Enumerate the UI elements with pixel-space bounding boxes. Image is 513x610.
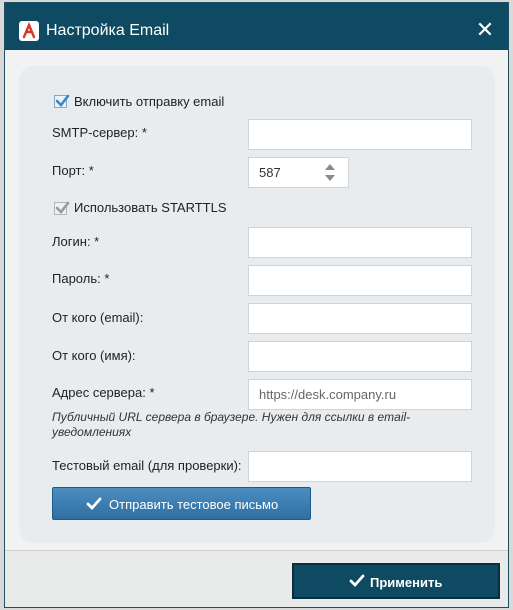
- dialog-title: Настройка Email: [46, 22, 170, 39]
- stepper-up-icon[interactable]: [325, 164, 335, 170]
- port-stepper[interactable]: [325, 157, 341, 187]
- send-test-email-label: Отправить тестовое письмо: [109, 497, 279, 512]
- enable-email-label: Включить отправку email: [74, 94, 225, 109]
- apply-button[interactable]: Применить: [292, 563, 500, 599]
- checkmark-icon: [55, 94, 70, 107]
- check-icon: [86, 497, 102, 511]
- close-icon[interactable]: ✕: [475, 19, 495, 41]
- server-address-hint: Публичный URL сервера в браузере. Нужен …: [52, 410, 411, 439]
- dialog-titlebar: Настройка Email ✕: [5, 3, 508, 50]
- enable-email-checkbox[interactable]: [54, 94, 70, 108]
- password-label: Пароль: *: [52, 271, 110, 286]
- from-name-input[interactable]: [248, 341, 472, 372]
- stepper-down-icon[interactable]: [325, 175, 335, 181]
- dialog-footer: Применить: [5, 550, 508, 607]
- from-email-label: От кого (email):: [52, 310, 144, 325]
- check-icon: [349, 574, 365, 588]
- port-label: Порт: *: [52, 163, 94, 178]
- starttls-label: Использовать STARTTLS: [74, 200, 227, 215]
- settings-panel: Включить отправку email SMTP-сервер: * П…: [19, 66, 495, 543]
- checkmark-icon: [55, 201, 70, 214]
- server-address-input[interactable]: [248, 379, 472, 410]
- password-input[interactable]: [248, 265, 472, 296]
- from-email-input[interactable]: [248, 303, 472, 334]
- smtp-server-input[interactable]: [248, 119, 472, 150]
- test-email-label: Тестовый email (для проверки):: [52, 458, 242, 473]
- smtp-server-label: SMTP-сервер: *: [52, 125, 147, 140]
- app-logo-icon: [19, 21, 39, 41]
- from-name-label: От кого (имя):: [52, 348, 136, 363]
- login-input[interactable]: [248, 227, 472, 258]
- login-label: Логин: *: [52, 234, 100, 249]
- starttls-checkbox[interactable]: [54, 201, 70, 215]
- test-email-input[interactable]: [248, 451, 472, 482]
- apply-label: Применить: [370, 575, 443, 590]
- server-address-label: Адрес сервера: *: [52, 385, 155, 400]
- send-test-email-button[interactable]: Отправить тестовое письмо: [52, 487, 311, 520]
- email-settings-dialog: Настройка Email ✕ Включить отправку emai…: [4, 2, 509, 608]
- dialog-content: Включить отправку email SMTP-сервер: * П…: [5, 50, 508, 550]
